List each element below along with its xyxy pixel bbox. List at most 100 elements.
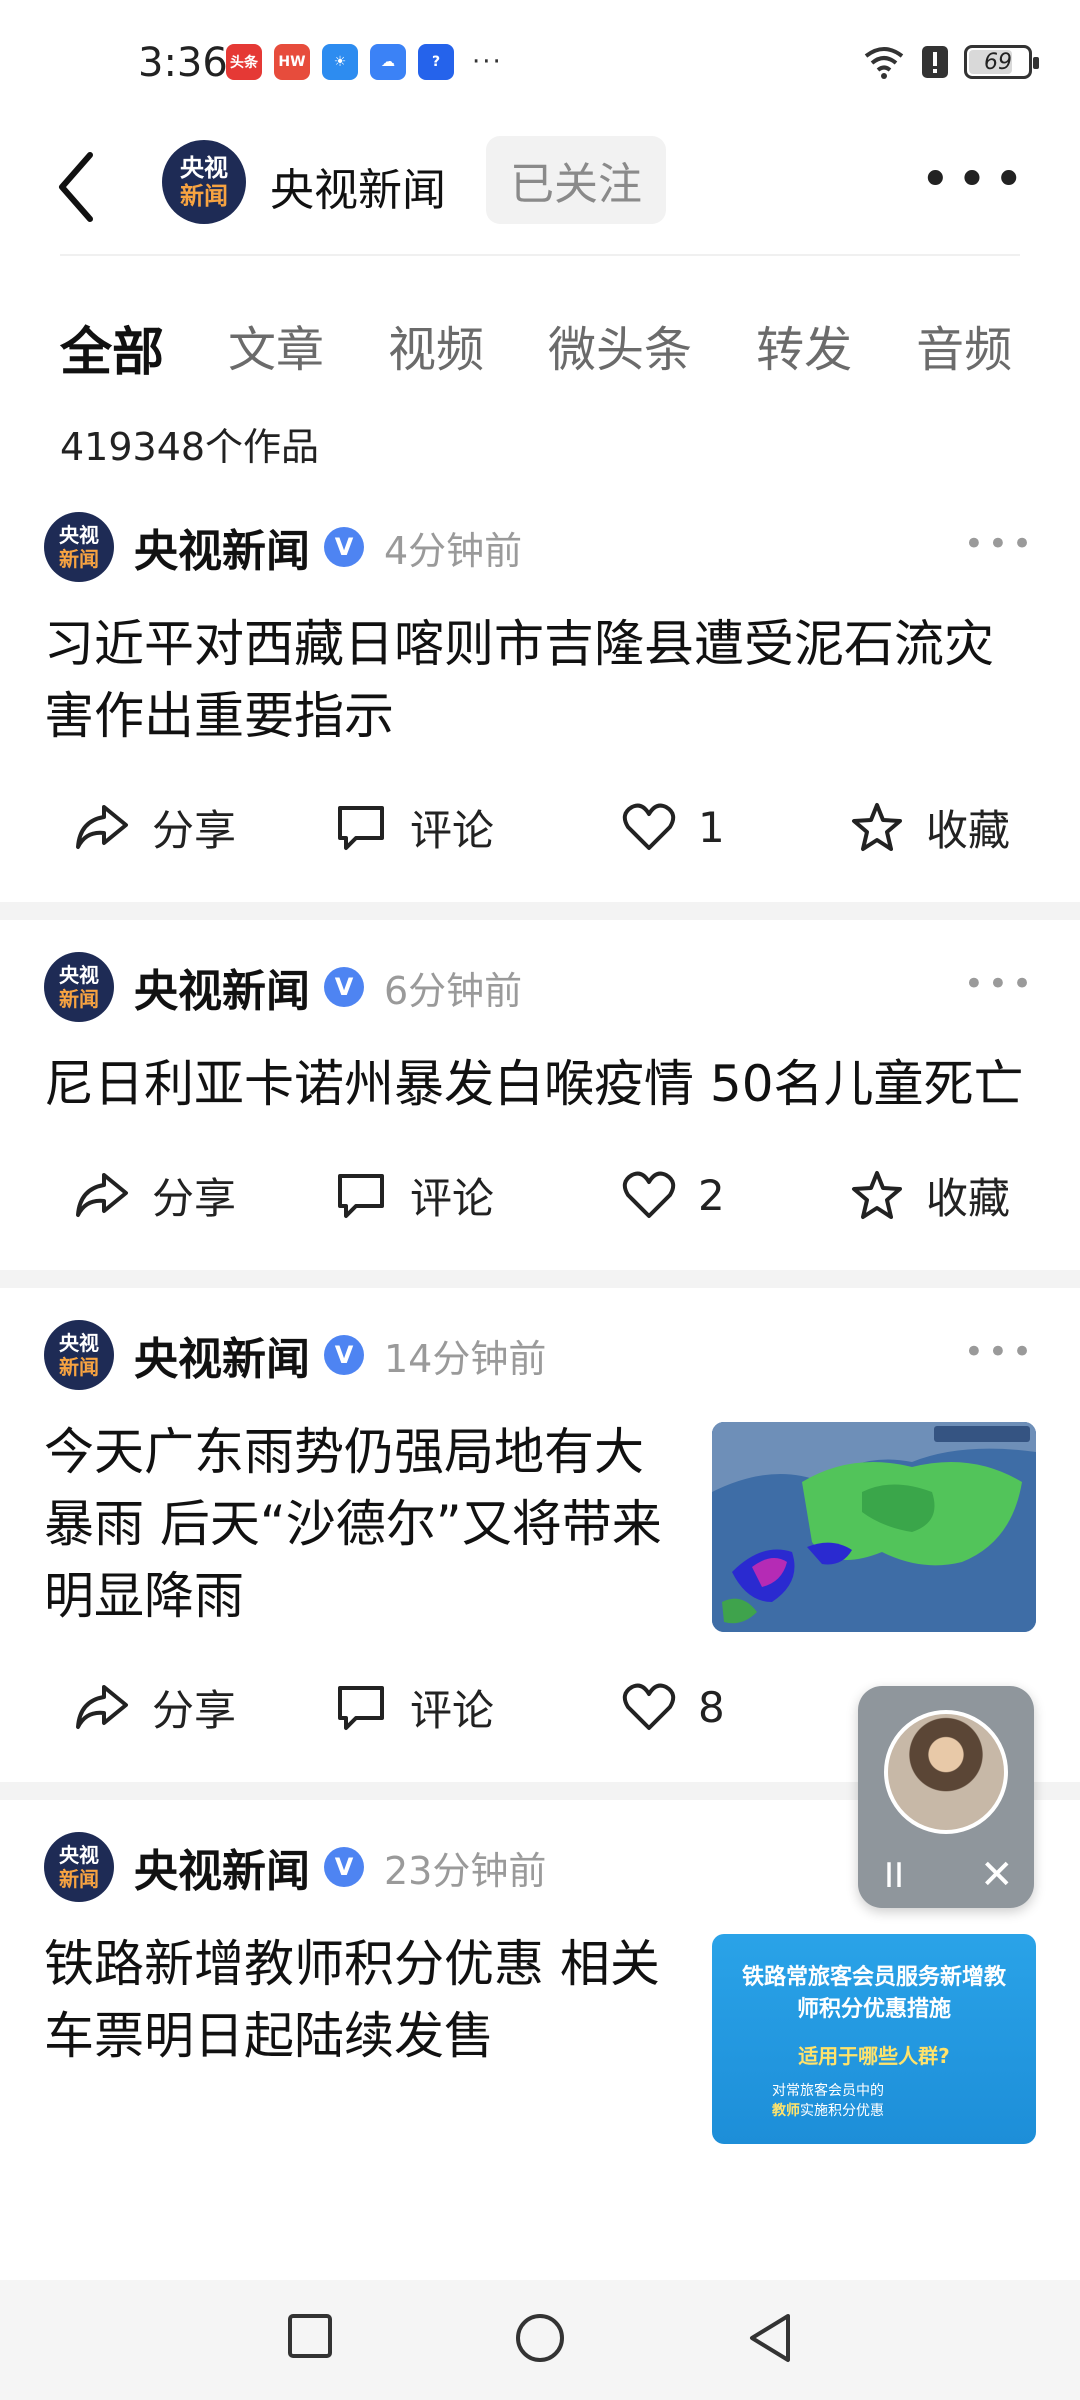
comment-icon <box>338 1686 384 1730</box>
tab-articles[interactable]: 文章 <box>228 310 324 390</box>
post-headline[interactable]: 习近平对西藏日喀则市吉隆县遭受泥石流灾害作出重要指示 <box>44 608 1036 752</box>
card-more-icon[interactable]: ••• <box>964 524 1036 564</box>
favorite-button[interactable]: 收藏 <box>850 1165 1010 1226</box>
rain-map-thumbnail[interactable] <box>712 1422 1036 1632</box>
wifi-icon <box>864 47 904 79</box>
verified-badge-icon: V <box>324 527 364 567</box>
comment-button[interactable]: 评论 <box>334 1677 494 1738</box>
tab-videos[interactable]: 视频 <box>388 310 484 390</box>
author-name[interactable]: 央视新闻 <box>134 515 310 579</box>
verified-badge-icon: V <box>324 1335 364 1375</box>
author-avatar[interactable]: 央视 新闻 <box>44 952 114 1022</box>
comment-label: 评论 <box>410 1685 495 1735</box>
battery-icon: 69 <box>964 45 1039 79</box>
post-headline[interactable]: 尼日利亚卡诺州暴发白喉疫情 50名儿童死亡 <box>44 1048 1036 1120</box>
channel-avatar[interactable]: 央视 新闻 <box>162 140 246 224</box>
back-nav-icon[interactable] <box>744 2310 796 2366</box>
card-separator <box>0 1270 1080 1288</box>
status-bar: 3:36 头条 HW ☀ ☁ ? ··· 69 <box>0 0 1080 120</box>
share-button[interactable]: 分享 <box>74 797 236 858</box>
comment-icon <box>338 1174 384 1218</box>
author-name[interactable]: 央视新闻 <box>134 1323 310 1387</box>
thumb-note: 对常旅客会员中的 教师实施积分优惠 <box>712 2081 1036 2121</box>
card-header: 央视 新闻 央视新闻 V 6分钟前 ••• <box>44 944 1036 1030</box>
share-icon <box>76 805 128 849</box>
like-count: 1 <box>698 802 725 852</box>
card-body: 铁路新增教师积分优惠 相关车票明日起陆续发售 铁路常旅客会员服务新增教师积分优惠… <box>44 1910 1036 2144</box>
author-name[interactable]: 央视新闻 <box>134 1835 310 1899</box>
author-avatar[interactable]: 央视 新闻 <box>44 1832 114 1902</box>
thumb-title: 铁路常旅客会员服务新增教师积分优惠措施 <box>741 1965 1006 2022</box>
like-button[interactable]: 2 <box>622 1170 725 1220</box>
recent-apps-icon[interactable] <box>286 2310 334 2362</box>
comment-button[interactable]: 评论 <box>334 797 494 858</box>
comment-icon <box>338 806 384 850</box>
header-divider <box>60 254 1020 256</box>
avatar-text-bottom: 新闻 <box>59 1867 99 1891</box>
rain-map-image <box>712 1422 1036 1632</box>
more-options-icon[interactable]: ••• <box>920 150 1030 210</box>
share-button[interactable]: 分享 <box>74 1677 236 1738</box>
works-count: 419348个作品 <box>60 425 320 469</box>
tab-audio[interactable]: 音频 <box>916 310 1012 390</box>
more-notifications-icon: ··· <box>472 47 503 77</box>
profile-header: 央视 新闻 央视新闻 已关注 ••• <box>0 120 1080 255</box>
heart-icon <box>622 803 676 850</box>
comment-label: 评论 <box>410 805 495 855</box>
toutiao-app-icon: 头条 <box>226 44 262 80</box>
share-label: 分享 <box>152 1685 237 1735</box>
card-header: 央视 新闻 央视新闻 V 14分钟前 ••• <box>44 1312 1036 1398</box>
share-icon <box>76 1685 128 1729</box>
thumb-note-rest: 实施积分优惠 <box>800 2103 884 2119</box>
cloud-app-icon: ☁ <box>370 44 406 80</box>
pause-icon[interactable]: II <box>884 1856 904 1896</box>
post-headline[interactable]: 铁路新增教师积分优惠 相关车票明日起陆续发售 <box>44 1928 664 2144</box>
follow-button[interactable]: 已关注 <box>486 136 666 224</box>
post-time: 14分钟前 <box>384 1336 547 1381</box>
author-avatar[interactable]: 央视 新闻 <box>44 512 114 582</box>
like-count: 8 <box>698 1682 725 1732</box>
like-count: 2 <box>698 1170 725 1220</box>
star-icon <box>852 803 902 851</box>
floating-player[interactable]: II ✕ <box>858 1686 1034 1908</box>
home-icon[interactable] <box>512 2310 568 2366</box>
player-cover-image[interactable] <box>884 1710 1008 1834</box>
avatar-text-bottom: 新闻 <box>59 1355 99 1379</box>
avatar-text-top: 央视 <box>180 154 228 182</box>
heart-icon <box>622 1683 676 1730</box>
close-icon[interactable]: ✕ <box>980 1852 1014 1898</box>
like-button[interactable]: 8 <box>622 1682 725 1732</box>
share-icon <box>76 1173 128 1217</box>
card-more-icon[interactable]: ••• <box>964 1332 1036 1372</box>
card-more-icon[interactable]: ••• <box>964 964 1036 1004</box>
feed-card[interactable]: 央视 新闻 央视新闻 V 6分钟前 ••• 尼日利亚卡诺州暴发白喉疫情 50名儿… <box>0 920 1080 1270</box>
tab-micro-posts[interactable]: 微头条 <box>548 310 692 390</box>
back-arrow-icon <box>59 152 93 222</box>
railway-promo-thumbnail[interactable]: 铁路常旅客会员服务新增教师积分优惠措施 适用于哪些人群? 对常旅客会员中的 教师… <box>712 1934 1036 2144</box>
channel-name: 央视新闻 <box>270 165 446 216</box>
avatar-text-top: 央视 <box>59 523 99 547</box>
card-body: 今天广东雨势仍强局地有大暴雨 后天“沙德尔”又将带来明显降雨 <box>44 1398 1036 1632</box>
thumb-note-highlight: 教师 <box>772 2103 800 2119</box>
like-button[interactable]: 1 <box>622 802 725 852</box>
action-bar: 分享 评论 2 收藏 <box>44 1120 1036 1270</box>
tips-app-icon: ? <box>418 44 454 80</box>
verified-badge-icon: V <box>324 967 364 1007</box>
favorite-button[interactable]: 收藏 <box>850 797 1010 858</box>
tab-reposts[interactable]: 转发 <box>756 310 852 390</box>
avatar-text-bottom: 新闻 <box>59 987 99 1011</box>
card-separator <box>0 902 1080 920</box>
comment-button[interactable]: 评论 <box>334 1165 494 1226</box>
post-time: 4分钟前 <box>384 528 523 573</box>
share-button[interactable]: 分享 <box>74 1165 236 1226</box>
tab-all[interactable]: 全部 <box>60 310 164 390</box>
card-header: 央视 新闻 央视新闻 V 4分钟前 ••• <box>44 504 1036 590</box>
heart-icon <box>622 1171 676 1218</box>
author-avatar[interactable]: 央视 新闻 <box>44 1320 114 1390</box>
post-headline[interactable]: 今天广东雨势仍强局地有大暴雨 后天“沙德尔”又将带来明显降雨 <box>44 1416 664 1632</box>
system-nav-bar <box>0 2280 1080 2400</box>
back-button[interactable] <box>56 142 116 232</box>
star-icon <box>852 1171 902 1219</box>
author-name[interactable]: 央视新闻 <box>134 955 310 1019</box>
feed-card[interactable]: 央视 新闻 央视新闻 V 4分钟前 ••• 习近平对西藏日喀则市吉隆县遭受泥石流… <box>0 480 1080 902</box>
